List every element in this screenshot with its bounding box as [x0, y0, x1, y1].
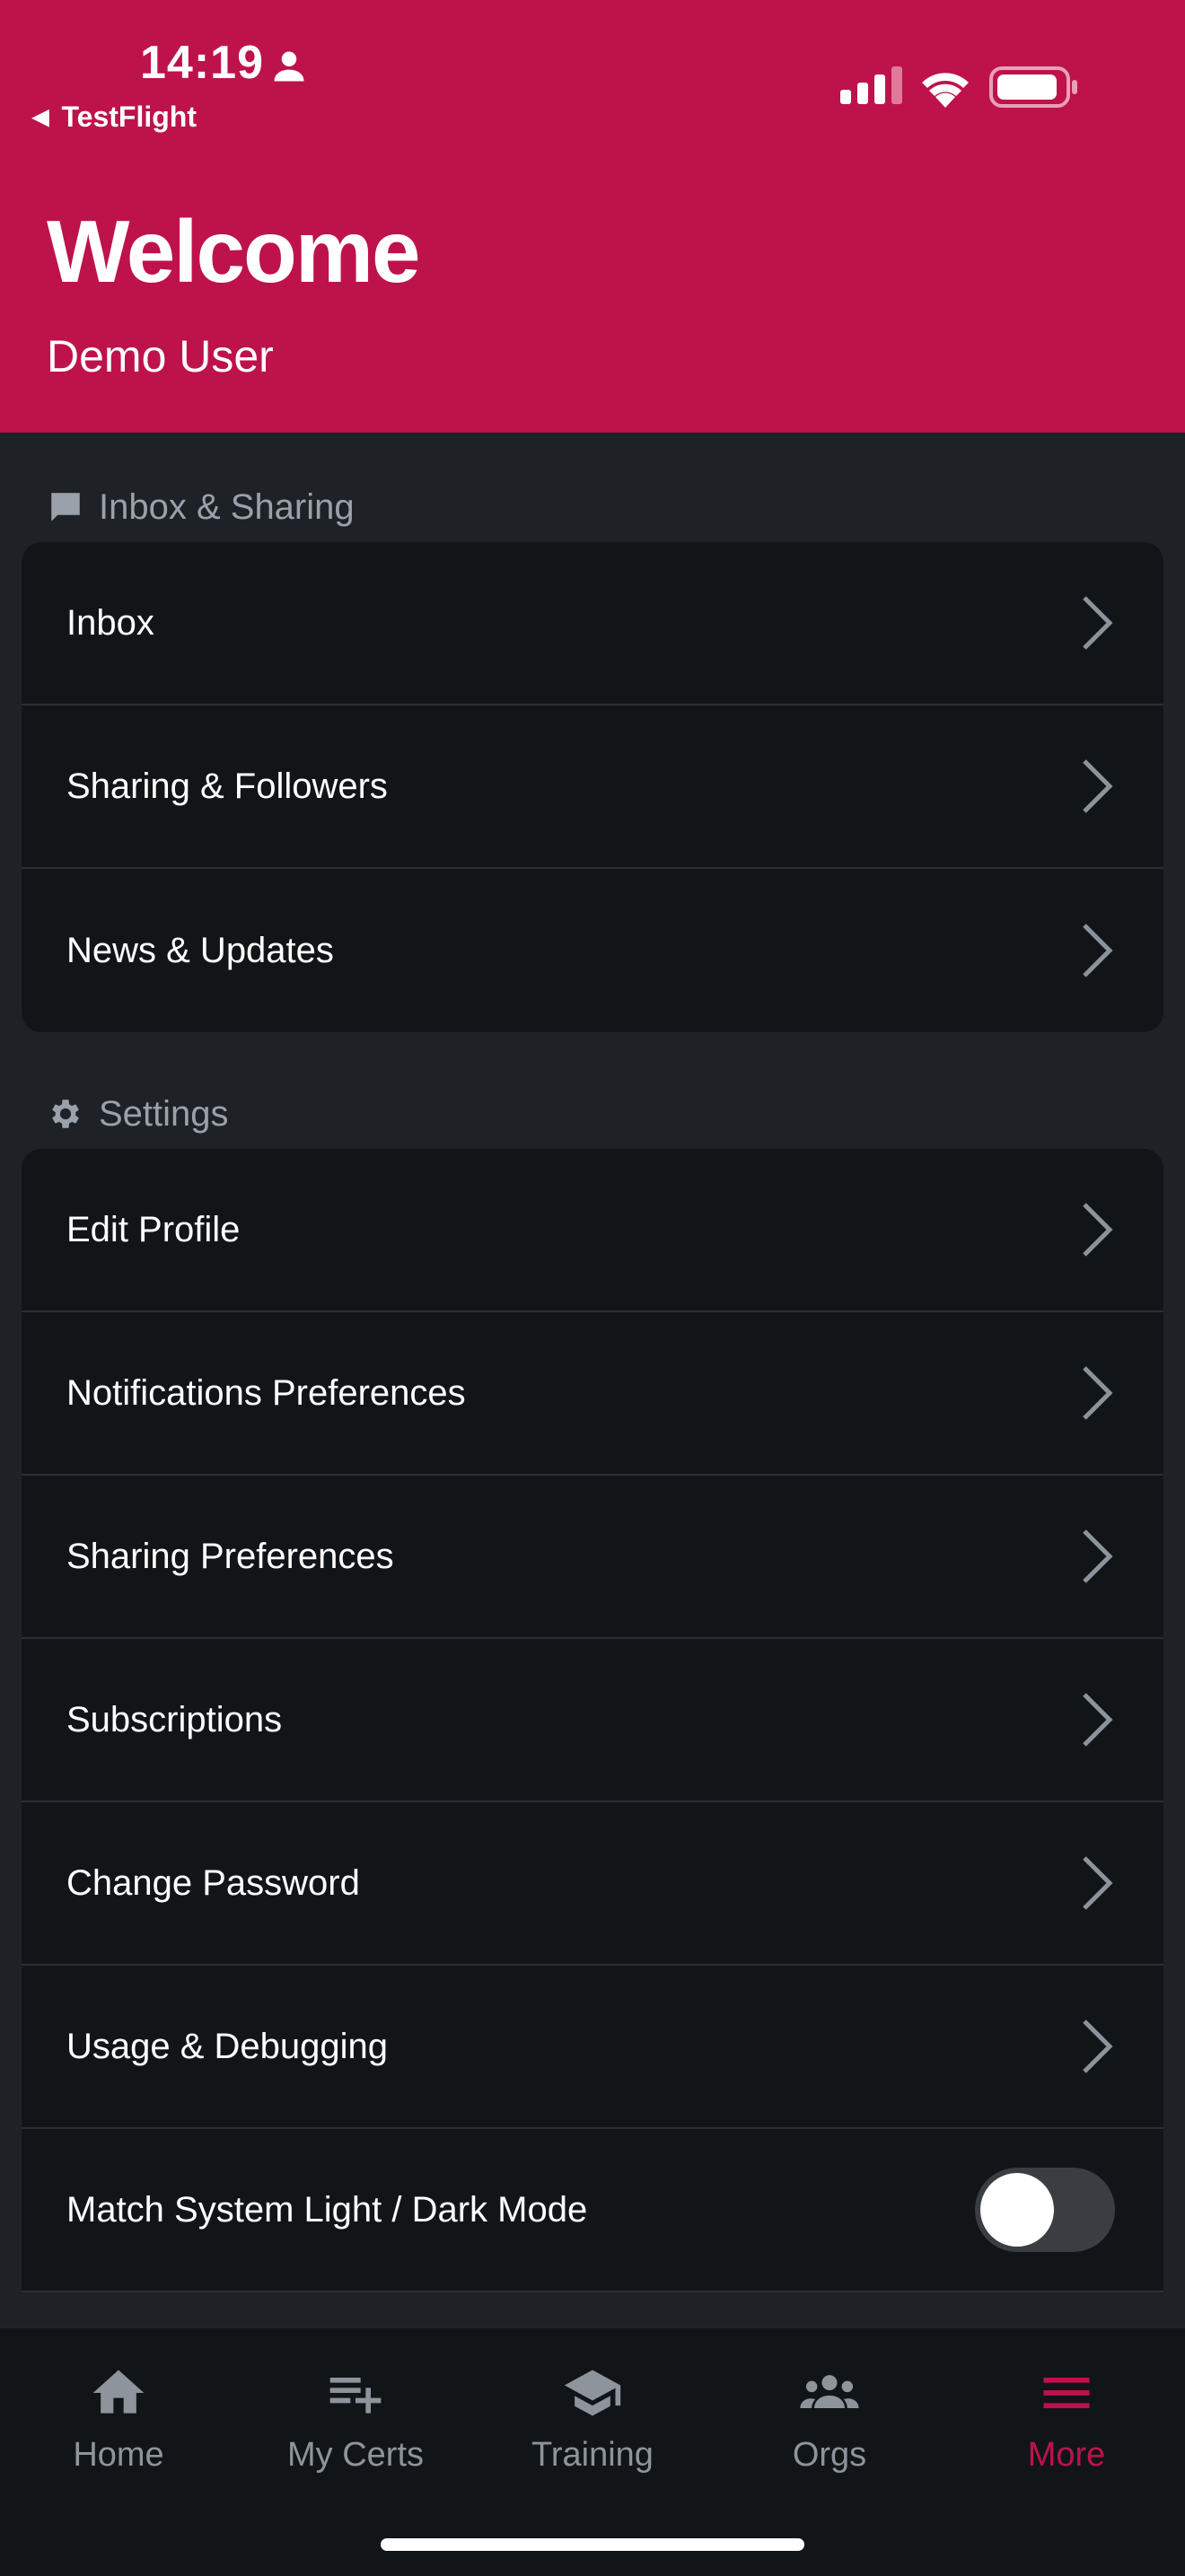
tab-orgs[interactable]: Orgs: [731, 2362, 928, 2475]
menu-icon: [1043, 2378, 1090, 2408]
chevron-right-icon: [1083, 1856, 1113, 1910]
menu-item-label: Inbox: [66, 602, 154, 643]
dark-mode-toggle[interactable]: [975, 2168, 1115, 2252]
chat-bubble-icon: [51, 493, 80, 521]
menu-item-label: Sharing & Followers: [66, 766, 388, 806]
header: 14:19 ◀ TestFlight Welcome Demo User: [0, 0, 1185, 433]
chevron-right-icon: [1083, 1529, 1113, 1583]
signal-icon: [840, 66, 902, 104]
menu-item-label: Sharing Preferences: [66, 1536, 394, 1576]
menu-item-label: Edit Profile: [66, 1209, 241, 1249]
menu-item-subscriptions[interactable]: Subscriptions: [22, 1639, 1163, 1802]
section-settings: Settings: [47, 1091, 229, 1136]
graduation-cap-icon: [564, 2370, 621, 2416]
back-app-label: TestFlight: [61, 101, 197, 133]
tab-label: More: [1027, 2436, 1106, 2474]
status-time: 14:19: [140, 37, 264, 89]
chevron-right-icon: [1083, 2020, 1113, 2073]
menu-item-edit-profile[interactable]: Edit Profile: [22, 1149, 1163, 1312]
chevron-right-icon: [1083, 596, 1113, 650]
chevron-right-icon: [1083, 1366, 1113, 1420]
home-icon: [92, 2370, 145, 2414]
back-arrow-icon: ◀: [32, 105, 49, 129]
wifi-icon: [922, 73, 969, 108]
menu-item-inbox[interactable]: Inbox: [22, 542, 1163, 705]
person-icon: [274, 51, 304, 82]
tab-my-certs[interactable]: My Certs: [257, 2362, 454, 2475]
chevron-right-icon: [1083, 759, 1113, 813]
tab-training[interactable]: Training: [494, 2362, 691, 2475]
menu-item-label: Usage & Debugging: [66, 2026, 389, 2066]
tab-label: Home: [73, 2436, 164, 2474]
menu-item-usage-debugging[interactable]: Usage & Debugging: [22, 1966, 1163, 2129]
menu-item-sharing-preferences[interactable]: Sharing Preferences: [22, 1476, 1163, 1639]
settings-card: Edit Profile Notifications Preferences S…: [22, 1149, 1163, 2292]
menu-item-label: Subscriptions: [66, 1699, 283, 1739]
section-inbox-sharing: Inbox & Sharing: [47, 485, 355, 530]
menu-item-change-password[interactable]: Change Password: [22, 1802, 1163, 1966]
battery-icon: [989, 66, 1077, 108]
menu-item-match-system-mode: Match System Light / Dark Mode: [22, 2129, 1163, 2292]
menu-item-notifications-preferences[interactable]: Notifications Preferences: [22, 1312, 1163, 1476]
toggle-knob: [980, 2173, 1054, 2247]
welcome-title: Welcome: [47, 202, 420, 301]
group-icon: [800, 2375, 859, 2408]
tab-label: Orgs: [792, 2436, 867, 2474]
menu-item-sharing-followers[interactable]: Sharing & Followers: [22, 705, 1163, 869]
tab-more[interactable]: More: [968, 2362, 1165, 2475]
back-to-testflight-link[interactable]: ◀ TestFlight: [32, 101, 197, 134]
section-inbox-sharing-label: Inbox & Sharing: [99, 486, 355, 527]
section-settings-label: Settings: [99, 1093, 229, 1134]
home-indicator: [381, 2538, 804, 2551]
gear-icon: [52, 1100, 79, 1128]
toggle-label: Match System Light / Dark Mode: [66, 2189, 588, 2230]
menu-item-news-updates[interactable]: News & Updates: [22, 869, 1163, 1032]
tab-label: My Certs: [287, 2436, 424, 2474]
chevron-right-icon: [1083, 1203, 1113, 1257]
menu-item-label: News & Updates: [66, 930, 334, 970]
inbox-sharing-card: Inbox Sharing & Followers News & Updates: [22, 542, 1163, 1032]
menu-item-label: Change Password: [66, 1862, 360, 1903]
playlist-add-icon: [329, 2378, 382, 2414]
user-name: Demo User: [47, 331, 274, 381]
tab-label: Training: [531, 2436, 654, 2474]
menu-item-label: Notifications Preferences: [66, 1372, 466, 1413]
chevron-right-icon: [1083, 1693, 1113, 1747]
tab-home[interactable]: Home: [20, 2362, 217, 2475]
chevron-right-icon: [1083, 924, 1113, 977]
